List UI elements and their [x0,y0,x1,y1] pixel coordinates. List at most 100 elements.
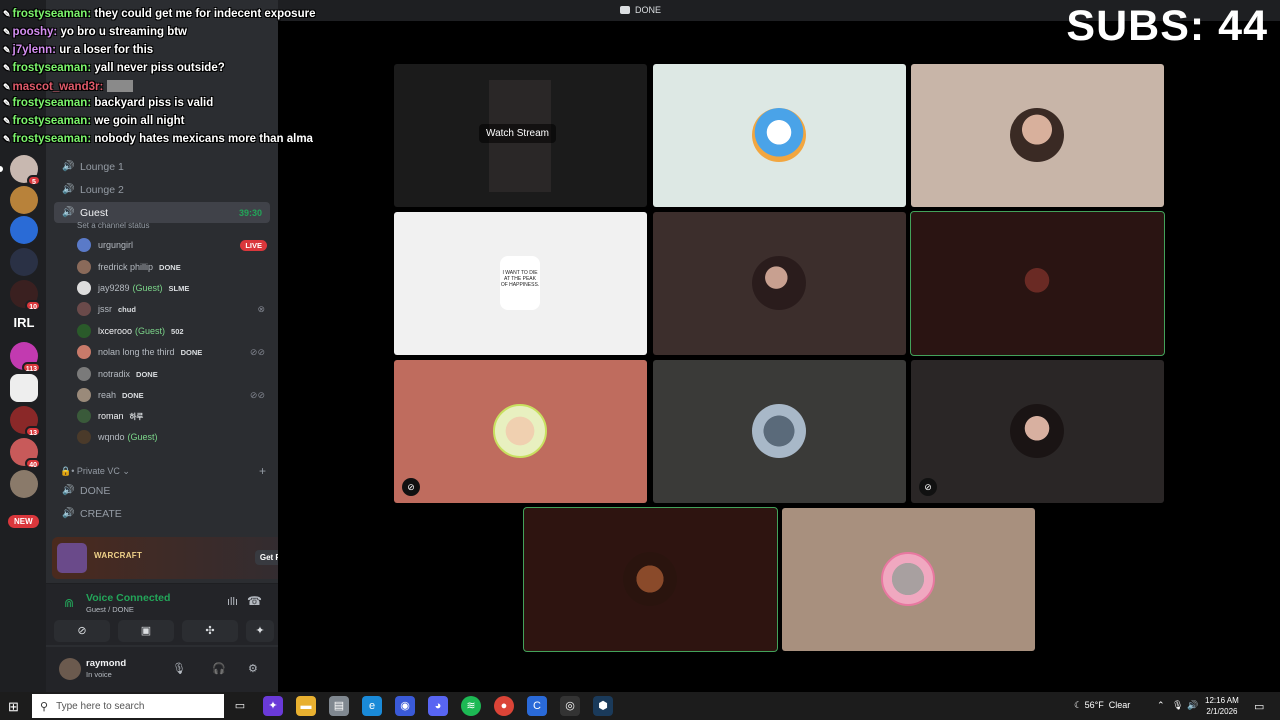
app-icon[interactable]: C [527,696,547,716]
app-icon[interactable]: ▤ [329,696,349,716]
weather-icon: ☾ [1074,700,1083,710]
server-icon[interactable] [10,470,38,498]
discord-icon[interactable]: ◕ [428,696,448,716]
video-tile[interactable]: ⊘ [394,360,647,503]
add-channel-icon[interactable]: + [259,464,266,478]
voice-stage: DONE Watch Stream I WANT TO DIE AT THE P… [278,0,1280,692]
video-tile[interactable] [782,508,1035,651]
chat-line: ✎ pooshy: yo bro u streaming btw [3,26,187,38]
video-tile[interactable] [911,64,1164,207]
server-irl[interactable]: IRL [10,309,38,337]
member-row[interactable]: fredrick phillip DONE [77,258,273,276]
member-row[interactable]: wqndo (Guest) [77,428,273,446]
channel-name: Lounge 2 [80,183,124,196]
voice-channel-lounge-1[interactable]: 🔊 Lounge 1 [54,156,270,177]
avatar[interactable] [59,658,81,680]
server-icon[interactable]: 5 [10,155,41,186]
member-row[interactable]: nolan long the third DONE ⊘⊘ [77,343,273,361]
avatar [1010,108,1064,162]
weather-widget[interactable]: ☾ 56°F Clear [1074,700,1130,711]
voice-channel-done[interactable]: 🔊 DONE [54,480,270,501]
app-icon[interactable]: ◎ [560,696,580,716]
pencil-icon: ✎ [3,45,11,55]
video-tile[interactable] [653,360,906,503]
taskbar-search[interactable]: ⚲ Type here to search [32,694,224,718]
file-explorer-icon[interactable]: ▬ [296,696,316,716]
server-icon[interactable]: 10 [10,280,41,311]
camera-off-button[interactable]: ⊘ [54,620,110,642]
member-row[interactable]: jssr chud ⊗ [77,300,273,318]
speaker-icon: 🔊 [62,184,75,195]
edge-icon[interactable]: e [362,696,382,716]
mention-badge: 13 [25,426,41,437]
chrome-icon[interactable]: ● [494,696,514,716]
voice-channel-guest[interactable]: 🔊 Guest 39:30 [54,202,270,223]
taskbar-clock[interactable]: 12:16 AM 2/1/2026 [1205,695,1239,717]
member-tag: DONE [159,262,181,272]
server-icon[interactable] [10,374,38,402]
member-tag: DONE [122,390,144,400]
gear-icon[interactable]: ⚙ [248,662,258,675]
chat-line: ✎ j7ylenn: ur a loser for this [3,44,154,56]
notification-icon[interactable]: ▭ [1254,700,1264,713]
video-tile-speaking[interactable] [523,507,778,652]
member-row[interactable]: urgungirl LIVE [77,236,273,254]
server-icon[interactable]: 113 [10,342,41,373]
member-row[interactable]: roman 하루 [77,407,273,425]
server-icon[interactable] [10,186,38,214]
screen-share-button[interactable]: ▣ [118,620,174,642]
member-row[interactable]: notradix DONE [77,365,273,383]
copilot-icon[interactable]: ✦ [263,696,283,716]
member-row[interactable]: jay9289 (Guest) SLME [77,279,273,297]
avatar [881,552,935,606]
avatar [77,324,91,338]
disconnect-icon[interactable]: ☎ [247,594,262,608]
channel-timer: 39:30 [238,207,262,218]
member-row[interactable]: reah DONE ⊘⊘ [77,386,273,404]
member-tag: DONE [180,347,203,357]
task-view-icon[interactable]: ▭ [230,696,250,716]
video-tile[interactable] [653,64,906,207]
voice-location[interactable]: Guest / DONE [86,605,134,614]
camera-off-icon: ⊘ [402,478,420,496]
chat-line: ✎ frostyseaman: backyard piss is valid [3,97,214,109]
activities-button[interactable]: ✣ [182,620,238,642]
server-icon[interactable] [10,216,38,244]
category-private-vc[interactable]: 🔒• Private VC ⌄ + [60,464,270,478]
spotify-icon[interactable]: ≋ [461,696,481,716]
soundboard-button[interactable]: ✦ [246,620,274,642]
channel-icon [620,6,630,14]
channel-name: DONE [80,484,111,497]
avatar [77,302,91,316]
video-tile-speaking[interactable] [910,211,1165,356]
noise-suppression-icon[interactable]: ıllı [227,596,238,608]
server-icon[interactable]: 13 [10,406,41,437]
voice-channel-lounge-2[interactable]: 🔊 Lounge 2 [54,179,270,200]
server-icon[interactable]: 40 [10,438,41,469]
mute-icons: ⊘⊘ [249,389,265,400]
channel-status[interactable]: Set a channel status [77,221,150,230]
pencil-icon: ✎ [3,98,11,108]
voice-status[interactable]: Voice Connected [86,592,170,604]
video-tile[interactable] [653,212,906,355]
watch-stream-button[interactable]: Watch Stream [479,124,556,143]
windows-start-icon[interactable]: ⊞ [8,699,19,715]
volume-icon[interactable]: 🔊 [1187,700,1198,711]
new-badge: NEW [8,515,39,528]
microphone-icon[interactable]: 🎙 [172,662,186,675]
steam-icon[interactable]: ⬢ [593,696,613,716]
app-icon[interactable]: ◉ [395,696,415,716]
video-tile[interactable]: I WANT TO DIE AT THE PEAK OF HAPPINESS. [394,212,647,355]
channel-name: Guest [80,206,109,219]
server-icon[interactable] [10,248,38,276]
pencil-icon: ✎ [3,134,11,144]
warcraft-logo: WARCRAFT [94,551,143,560]
video-tile[interactable]: ⊘ [911,360,1164,503]
chevron-up-icon[interactable]: ⌃ [1157,700,1165,711]
mention-badge: 113 [21,362,41,373]
video-tile-stream[interactable]: Watch Stream [394,64,647,207]
voice-channel-create[interactable]: 🔊 CREATE [54,503,270,524]
member-row[interactable]: lxcerooo (Guest) 502 [77,322,273,340]
headphones-icon[interactable]: 🎧 [212,662,226,675]
microphone-icon[interactable]: 🎙 [1172,700,1183,711]
